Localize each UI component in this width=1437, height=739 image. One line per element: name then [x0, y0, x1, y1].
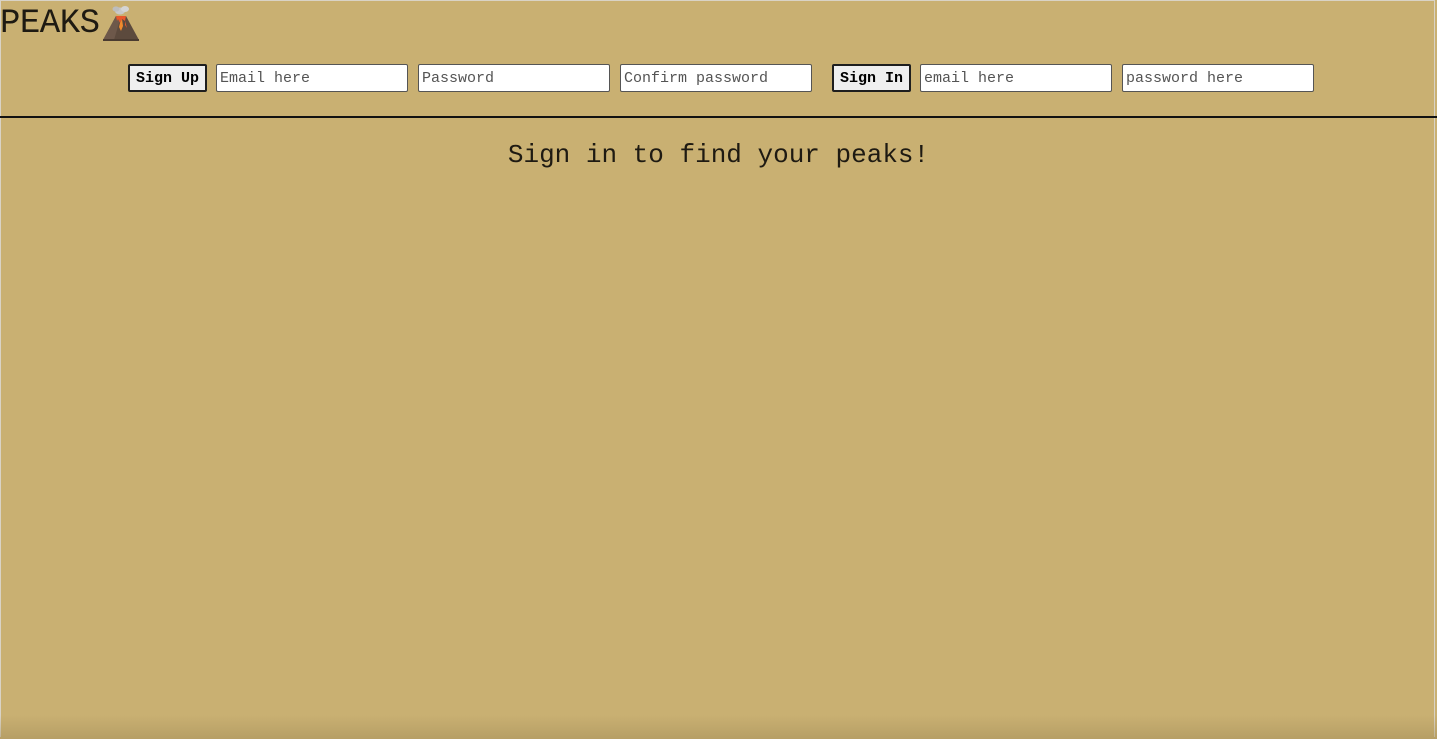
signup-password-input[interactable] — [418, 64, 610, 92]
signin-email-input[interactable] — [920, 64, 1112, 92]
bottom-shadow — [0, 715, 1437, 739]
sign-up-button[interactable]: Sign Up — [128, 64, 207, 92]
sign-in-button[interactable]: Sign In — [832, 64, 911, 92]
app-title: PEAKS — [0, 5, 100, 43]
signup-confirm-password-input[interactable] — [620, 64, 812, 92]
auth-bar: Sign Up Sign In — [128, 64, 1314, 92]
header: PEAKS Sign Up Email here Sign In email h… — [0, 0, 1437, 118]
volcano-icon — [101, 4, 141, 44]
sign-in-prompt: Sign in to find your peaks! — [507, 140, 930, 170]
signin-password-input[interactable] — [1122, 64, 1314, 92]
signup-email-input[interactable] — [216, 64, 408, 92]
logo: PEAKS — [0, 4, 141, 44]
